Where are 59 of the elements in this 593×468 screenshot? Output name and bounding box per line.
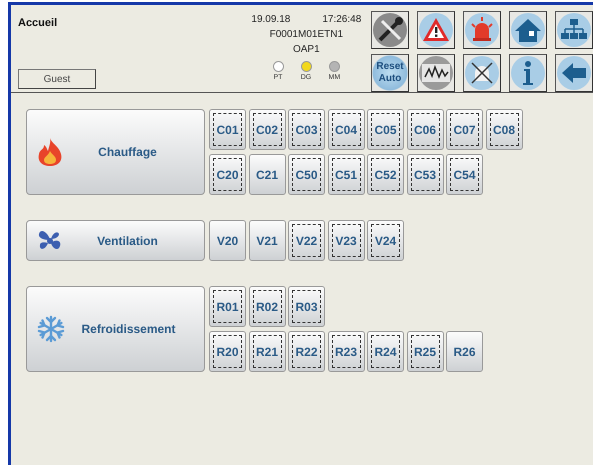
unit-button[interactable]: C54 — [446, 154, 483, 195]
unit-button[interactable]: R26 — [446, 331, 483, 372]
tools-icon — [372, 12, 408, 48]
unit-button[interactable]: R24 — [367, 331, 404, 372]
user-field: Guest — [18, 69, 96, 89]
alarm-bell-icon — [464, 12, 500, 48]
toolbar-button[interactable] — [463, 54, 501, 92]
flame-icon — [37, 137, 63, 167]
home-icon — [510, 12, 546, 48]
warning-icon — [418, 12, 454, 48]
unit-button[interactable]: C07 — [446, 109, 483, 150]
unit-button[interactable]: R25 — [406, 331, 444, 372]
unit-button[interactable]: C02 — [248, 109, 286, 150]
unit-button[interactable]: C05 — [367, 109, 404, 150]
unit-button[interactable]: V20 — [209, 220, 246, 261]
group-button[interactable]: Refroidissement — [26, 286, 205, 372]
unit-button[interactable]: R01 — [209, 286, 246, 327]
toolbar-button[interactable] — [417, 54, 455, 92]
unit-button[interactable]: R21 — [248, 331, 286, 372]
unit-button[interactable]: R03 — [288, 286, 325, 327]
unit-button[interactable]: V21 — [248, 220, 286, 261]
date-text: 19.09.18 — [251, 14, 290, 25]
reset-auto-button[interactable]: Reset Auto — [371, 54, 409, 92]
hierarchy-icon — [556, 12, 592, 48]
station-id: F0001M01ETN1 — [270, 29, 344, 40]
screen-title: Accueil — [18, 17, 58, 29]
toolbar-button[interactable] — [509, 54, 547, 92]
info-icon — [510, 55, 546, 91]
unit-button[interactable]: C53 — [406, 154, 444, 195]
toolbar-button[interactable] — [555, 54, 593, 92]
toolbar-button[interactable] — [371, 11, 409, 49]
unit-button[interactable]: V22 — [288, 220, 325, 261]
unit-button[interactable]: C06 — [406, 109, 444, 150]
trend-chart-icon — [418, 55, 454, 91]
unit-button[interactable]: R22 — [288, 331, 325, 372]
group-button[interactable]: Ventilation — [26, 220, 205, 261]
unit-button[interactable]: C04 — [328, 109, 364, 150]
unit-id: OAP1 — [292, 44, 320, 55]
unit-button[interactable]: R02 — [248, 286, 286, 327]
unit-button[interactable]: R20 — [209, 331, 246, 372]
group-button[interactable]: Chauffage — [26, 109, 205, 195]
toolbar-button[interactable] — [509, 11, 547, 49]
toolbar-button[interactable] — [463, 11, 501, 49]
unit-button[interactable]: V23 — [328, 220, 364, 261]
unit-button[interactable]: V24 — [367, 220, 404, 261]
time-text: 17:26:48 — [322, 14, 362, 25]
unit-button[interactable]: C50 — [288, 154, 325, 195]
toolbar-button[interactable] — [417, 11, 455, 49]
unit-button[interactable]: C52 — [367, 154, 404, 195]
unit-button[interactable]: C01 — [209, 109, 246, 150]
unit-button[interactable]: C08 — [486, 109, 522, 150]
unit-button[interactable]: C21 — [248, 154, 286, 195]
unit-button[interactable]: C03 — [288, 109, 325, 150]
toolbar-button[interactable] — [555, 11, 593, 49]
unit-button[interactable]: R23 — [328, 331, 364, 372]
unit-button[interactable]: C20 — [209, 154, 246, 195]
snowflake-icon — [37, 315, 65, 343]
muted-bell-icon — [464, 55, 500, 91]
unit-button[interactable]: C51 — [328, 154, 364, 195]
